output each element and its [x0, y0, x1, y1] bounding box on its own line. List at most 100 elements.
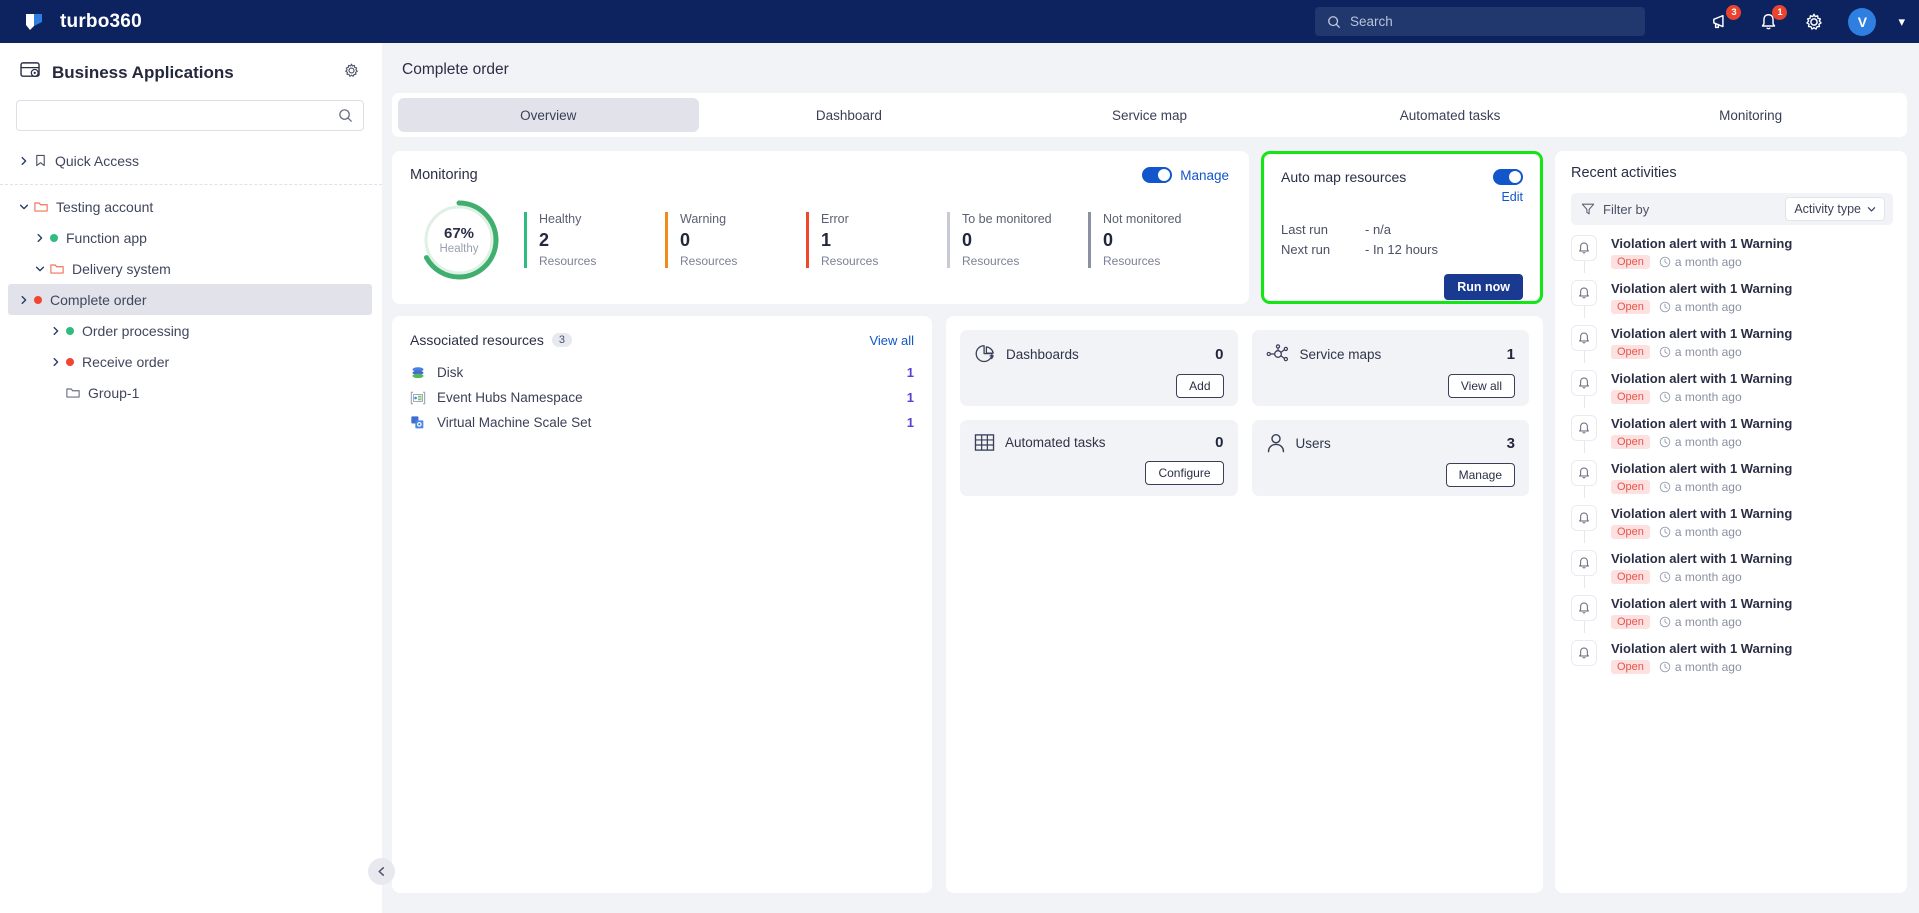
- chevron-right-icon[interactable]: [51, 357, 61, 367]
- chevron-right-icon[interactable]: [35, 233, 45, 243]
- tab-monitoring[interactable]: Monitoring: [1600, 98, 1901, 132]
- chevron-right-icon[interactable]: [19, 295, 29, 305]
- chevron-right-icon[interactable]: [19, 156, 29, 166]
- avatar[interactable]: V: [1848, 7, 1877, 36]
- tab-service-map[interactable]: Service map: [999, 98, 1300, 132]
- last-run-row: Last run - n/a: [1281, 222, 1523, 237]
- tree-item-group-1[interactable]: Group-1: [0, 377, 382, 408]
- search-placeholder: Search: [1350, 14, 1393, 29]
- tree-toggle[interactable]: [14, 156, 34, 166]
- activity-meta: Open a month ago: [1611, 615, 1792, 629]
- resource-row[interactable]: Virtual Machine Scale Set 1: [410, 410, 914, 435]
- global-search[interactable]: Search: [1315, 7, 1645, 36]
- activity-item[interactable]: Violation alert with 1 Warning Open a mont…: [1571, 325, 1893, 370]
- sidebar-collapse-button[interactable]: [368, 858, 395, 885]
- tree-item-function-app[interactable]: Function app: [0, 222, 382, 253]
- activity-body: Violation alert with 1 Warning Open a mont…: [1605, 640, 1792, 674]
- timeline-connector: [1584, 576, 1585, 588]
- tab-automated-tasks[interactable]: Automated tasks: [1300, 98, 1601, 132]
- gear-icon[interactable]: [343, 62, 360, 84]
- tree-toggle[interactable]: [46, 357, 66, 367]
- activity-item[interactable]: Violation alert with 1 Warning Open a mont…: [1571, 460, 1893, 505]
- bell-icon: [1579, 467, 1589, 478]
- activity-icon-wrap: [1571, 640, 1605, 674]
- activity-item[interactable]: Violation alert with 1 Warning Open a mont…: [1571, 280, 1893, 325]
- monitoring-toggle[interactable]: [1142, 167, 1173, 183]
- auto-map-edit-link[interactable]: Edit: [1281, 190, 1523, 204]
- activity-item[interactable]: Violation alert with 1 Warning Open a mont…: [1571, 550, 1893, 595]
- automated-tasks-action-button[interactable]: Configure: [1145, 461, 1224, 485]
- tree-item-label: Order processing: [82, 322, 190, 339]
- brand-name: turbo360: [60, 10, 142, 32]
- tree-item-order-processing[interactable]: Order processing: [0, 315, 382, 346]
- tile-label: Dashboards: [1006, 346, 1079, 362]
- tree-item-testing-account[interactable]: Testing account: [0, 191, 382, 222]
- activity-body: Violation alert with 1 Warning Open a mont…: [1605, 550, 1792, 584]
- bell-icon: [1579, 647, 1589, 658]
- run-now-button[interactable]: Run now: [1444, 274, 1523, 300]
- service-maps-action-button[interactable]: View all: [1447, 374, 1515, 398]
- donut-sublabel: Healthy: [439, 243, 479, 255]
- resource-count: 1: [906, 390, 914, 405]
- tree-toggle[interactable]: [14, 202, 34, 212]
- users-action-button[interactable]: Manage: [1445, 463, 1515, 487]
- chevron-right-icon[interactable]: [51, 326, 61, 336]
- activity-bell-icon: [1571, 415, 1597, 441]
- chevron-down-icon: [1867, 206, 1876, 212]
- stat-unit: Resources: [680, 254, 738, 268]
- associated-resources-card: Associated resources 3 View all Disk 1 Eve…: [392, 316, 932, 893]
- tree-toggle[interactable]: [30, 264, 50, 274]
- stat-unit: Resources: [821, 254, 879, 268]
- chevron-down-icon[interactable]: [19, 202, 29, 212]
- activity-type-select[interactable]: Activity type: [1785, 197, 1885, 221]
- dashboards-action-button[interactable]: Add: [1176, 374, 1224, 398]
- status-dot-green: [50, 233, 58, 242]
- tab-dashboard[interactable]: Dashboard: [699, 98, 1000, 132]
- activity-status-badge: Open: [1611, 525, 1650, 539]
- tree-item-delivery-system[interactable]: Delivery system: [0, 253, 382, 284]
- activity-timestamp: a month ago: [1659, 570, 1742, 584]
- gear-icon[interactable]: [1802, 10, 1826, 34]
- chevron-down-icon[interactable]: [35, 264, 45, 274]
- bell-icon[interactable]: 1: [1756, 4, 1788, 34]
- sidebar-search-input[interactable]: [16, 100, 364, 131]
- activity-item[interactable]: Violation alert with 1 Warning Open a mont…: [1571, 595, 1893, 640]
- activity-item[interactable]: Violation alert with 1 Warning Open a mont…: [1571, 505, 1893, 550]
- status-dot-red: [34, 295, 42, 304]
- activity-icon-wrap: [1571, 595, 1605, 633]
- associated-resources-list: Disk 1 Event Hubs Namespace 1 Virtual Machin…: [410, 360, 914, 435]
- clock-icon: [1659, 436, 1671, 448]
- tree-toggle[interactable]: [14, 295, 34, 305]
- timeline-connector: [1584, 396, 1585, 408]
- auto-map-toggle[interactable]: [1493, 169, 1523, 185]
- activity-item[interactable]: Violation alert with 1 Warning Open a mont…: [1571, 415, 1893, 460]
- tree-item-receive-order[interactable]: Receive order: [0, 346, 382, 377]
- resource-row[interactable]: Event Hubs Namespace 1: [410, 385, 914, 410]
- tile-value: 3: [1506, 435, 1515, 452]
- tile-header: Dashboards 0: [974, 343, 1224, 365]
- activity-icon-wrap: [1571, 280, 1605, 318]
- activity-timestamp: a month ago: [1659, 255, 1742, 269]
- tree-toggle[interactable]: [46, 326, 66, 336]
- tree-item-complete-order[interactable]: Complete order: [8, 284, 372, 315]
- brand[interactable]: turbo360: [0, 9, 142, 35]
- activity-status-badge: Open: [1611, 660, 1650, 674]
- resource-count: 1: [906, 365, 914, 380]
- activity-status-badge: Open: [1611, 255, 1650, 269]
- chevron-down-icon[interactable]: ▾: [1898, 14, 1905, 30]
- tab-overview[interactable]: Overview: [398, 98, 699, 132]
- tile-value: 0: [1215, 434, 1224, 451]
- tree-toggle[interactable]: [30, 233, 50, 243]
- stat-label: To be monitored: [962, 212, 1052, 226]
- activity-item[interactable]: Violation alert with 1 Warning Open a mont…: [1571, 640, 1893, 685]
- activity-item[interactable]: Violation alert with 1 Warning Open a mont…: [1571, 235, 1893, 280]
- activity-item[interactable]: Violation alert with 1 Warning Open a mont…: [1571, 370, 1893, 415]
- stat-to-be-monitored: To be monitored 0 Resources: [947, 212, 1088, 268]
- tree-item-quick-access[interactable]: Quick Access: [0, 145, 382, 176]
- associated-resources-view-all[interactable]: View all: [869, 333, 914, 348]
- resource-row[interactable]: Disk 1: [410, 360, 914, 385]
- clock-icon: [1659, 346, 1671, 358]
- monitoring-manage-link[interactable]: Manage: [1180, 168, 1229, 183]
- activity-body: Violation alert with 1 Warning Open a mont…: [1605, 370, 1792, 404]
- megaphone-icon[interactable]: 3: [1710, 4, 1742, 34]
